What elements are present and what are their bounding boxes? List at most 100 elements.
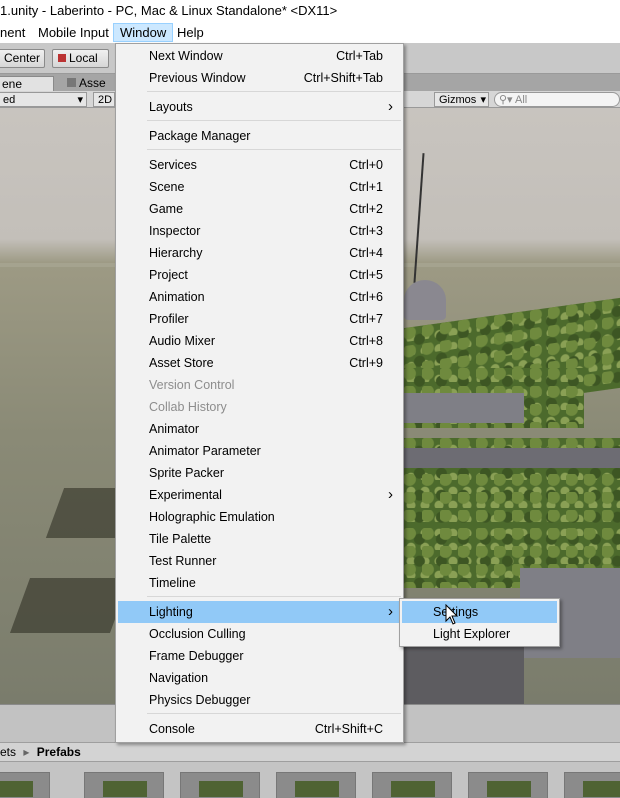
menu-item-audio-mixer[interactable]: Audio Mixer Ctrl+8 (118, 330, 403, 352)
pivot-center-toggle[interactable]: Center (0, 49, 45, 68)
menu-item-package-manager[interactable]: Package Manager (118, 125, 403, 147)
scene-search-input[interactable]: ⚲▾ All (494, 92, 620, 107)
menu-separator (147, 149, 401, 150)
submenu-item-settings[interactable]: Settings (402, 601, 557, 623)
menu-item-game[interactable]: Game Ctrl+2 (118, 198, 403, 220)
menu-item-label: Animator Parameter (149, 444, 261, 458)
pivot-local-toggle[interactable]: Local (52, 49, 109, 68)
asset-thumbnail[interactable] (468, 772, 548, 798)
menu-item-timeline[interactable]: Timeline (118, 572, 403, 594)
breadcrumb: ets ▸ Prefabs (0, 742, 620, 762)
menu-item-collab-history[interactable]: Collab History (118, 396, 403, 418)
submenu-item-light-explorer[interactable]: Light Explorer (402, 623, 557, 645)
menu-separator (147, 596, 401, 597)
menu-item-version-control[interactable]: Version Control (118, 374, 403, 396)
menu-item-label: Services (149, 158, 197, 172)
menu-item-shortcut: Ctrl+Shift+C (314, 722, 383, 736)
menu-item-shortcut: Ctrl+7 (349, 312, 383, 326)
menu-item-asset-store[interactable]: Asset Store Ctrl+9 (118, 352, 403, 374)
tab-scene-label: ene (2, 77, 23, 91)
2d-toggle[interactable]: 2D (93, 92, 115, 107)
asset-thumbnail[interactable] (0, 772, 50, 798)
asset-thumbnail[interactable] (564, 772, 620, 798)
menu-item-label: Previous Window (149, 71, 246, 85)
stone-block (404, 448, 620, 468)
menu-item-lighting[interactable]: Lighting › (118, 601, 403, 623)
menu-item-label: Occlusion Culling (149, 627, 246, 641)
menu-item-profiler[interactable]: Profiler Ctrl+7 (118, 308, 403, 330)
submenu-arrow-icon: › (388, 98, 393, 115)
menu-item-inspector[interactable]: Inspector Ctrl+3 (118, 220, 403, 242)
menu-item-shortcut: Ctrl+0 (349, 158, 383, 172)
menu-item-label: Collab History (149, 400, 227, 414)
asset-thumbnail-grid (0, 762, 620, 798)
submenu-arrow-icon: › (388, 486, 393, 503)
menu-item-label: Asset Store (149, 356, 214, 370)
2d-label: 2D (98, 94, 113, 106)
menu-item-label: Project (149, 268, 188, 282)
menu-window[interactable]: Window (113, 23, 174, 42)
menu-item-shortcut: Ctrl+9 (349, 356, 383, 370)
menu-item-sprite-packer[interactable]: Sprite Packer (118, 462, 403, 484)
menu-item-experimental[interactable]: Experimental › (118, 484, 403, 506)
shading-mode-dropdown[interactable]: ed ▾ (0, 92, 87, 107)
asset-thumbnail[interactable] (84, 772, 164, 798)
menu-item-navigation[interactable]: Navigation (118, 667, 403, 689)
menu-item-physics-debugger[interactable]: Physics Debugger (118, 689, 403, 711)
asset-thumbnail[interactable] (276, 772, 356, 798)
menu-item-next-window[interactable]: Next Window Ctrl+Tab (118, 45, 403, 67)
gizmos-label: Gizmos (439, 94, 477, 106)
menu-separator (147, 91, 401, 92)
menu-item-label: Inspector (149, 224, 201, 238)
tab-scene[interactable]: ene (0, 76, 54, 92)
mouse-cursor-icon (445, 604, 459, 625)
menu-item-animation[interactable]: Animation Ctrl+6 (118, 286, 403, 308)
breadcrumb-parent[interactable]: ets (0, 745, 16, 759)
menu-item-shortcut: Ctrl+5 (349, 268, 383, 282)
menu-item-occlusion-culling[interactable]: Occlusion Culling (118, 623, 403, 645)
menu-separator (147, 713, 401, 714)
menu-item-label: Experimental (149, 488, 222, 502)
menu-item-label: Hierarchy (149, 246, 203, 260)
menu-item-project[interactable]: Project Ctrl+5 (118, 264, 403, 286)
menu-item-console[interactable]: Console Ctrl+Shift+C (118, 718, 403, 740)
menu-item-label: Package Manager (149, 129, 251, 143)
menu-item-services[interactable]: Services Ctrl+0 (118, 154, 403, 176)
menu-item-shortcut: Ctrl+8 (349, 334, 383, 348)
asset-thumbnail[interactable] (372, 772, 452, 798)
center-label: Center (4, 51, 41, 65)
tab-asset-store[interactable]: Asse (62, 76, 111, 92)
menu-item-label: Layouts (149, 100, 193, 114)
menu-item-tile-palette[interactable]: Tile Palette (118, 528, 403, 550)
menu-item-hierarchy[interactable]: Hierarchy Ctrl+4 (118, 242, 403, 264)
breadcrumb-current[interactable]: Prefabs (37, 745, 81, 759)
menu-item-label: Next Window (149, 49, 223, 63)
menu-item-scene[interactable]: Scene Ctrl+1 (118, 176, 403, 198)
menu-item-shortcut: Ctrl+6 (349, 290, 383, 304)
shading-mode-label: ed (3, 94, 16, 106)
menu-item-label: Tile Palette (149, 532, 212, 546)
menu-item-label: Physics Debugger (149, 693, 251, 707)
menu-component[interactable]: nent (0, 23, 31, 42)
menu-mobile-input[interactable]: Mobile Input (32, 23, 115, 42)
menu-item-test-runner[interactable]: Test Runner (118, 550, 403, 572)
menu-item-layouts[interactable]: Layouts › (118, 96, 403, 118)
menu-item-animator[interactable]: Animator (118, 418, 403, 440)
submenu-arrow-icon: › (388, 603, 393, 620)
menu-item-previous-window[interactable]: Previous Window Ctrl+Shift+Tab (118, 67, 403, 89)
breadcrumb-separator-icon: ▸ (23, 745, 30, 759)
menu-item-frame-debugger[interactable]: Frame Debugger (118, 645, 403, 667)
menu-item-holographic-emulation[interactable]: Holographic Emulation (118, 506, 403, 528)
dropdown-arrow-icon: ▾ (77, 94, 83, 106)
menu-item-animator-parameter[interactable]: Animator Parameter (118, 440, 403, 462)
menu-item-shortcut: Ctrl+1 (349, 180, 383, 194)
gizmos-dropdown[interactable]: Gizmos ▾ (434, 92, 489, 107)
asset-thumbnail[interactable] (180, 772, 260, 798)
dome-object (404, 280, 446, 320)
window-menu-dropdown: Next Window Ctrl+Tab Previous Window Ctrl+S… (115, 43, 404, 743)
dropdown-arrow-icon: ▾ (480, 94, 486, 106)
menu-item-label: Scene (149, 180, 185, 194)
menu-item-label: Timeline (149, 576, 196, 590)
menu-help[interactable]: Help (171, 23, 210, 42)
window-title-bar: 1.unity - Laberinto - PC, Mac & Linux St… (0, 0, 620, 22)
